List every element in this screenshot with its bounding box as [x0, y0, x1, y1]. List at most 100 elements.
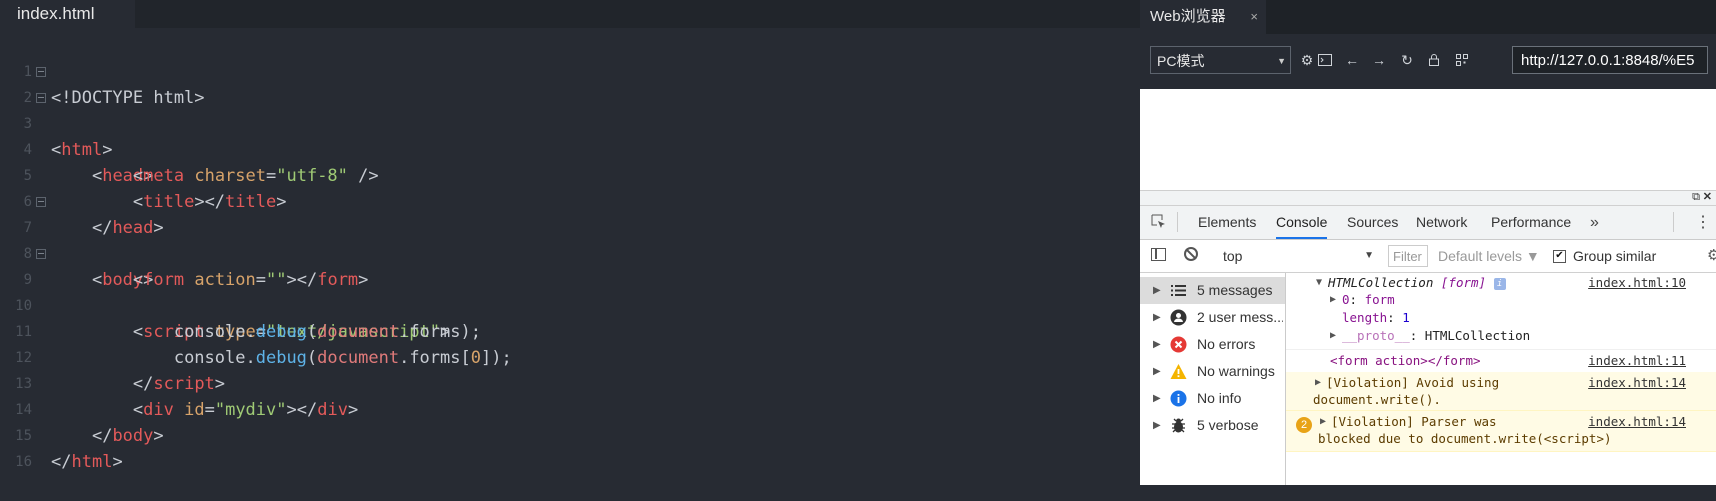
code-editor[interactable]: index.html 1 <!DOCTYPE html> 2 <html> 3 … — [0, 0, 1140, 484]
clear-console-icon[interactable] — [1184, 247, 1198, 261]
fold-toggle-icon[interactable] — [36, 93, 46, 103]
source-link[interactable]: index.html:11 — [1588, 353, 1686, 368]
code-line: 10 console.debug(document.forms); — [0, 267, 1140, 342]
log-message: document.write(). — [1313, 392, 1441, 407]
expand-arrow-icon[interactable]: ▶ — [1330, 294, 1336, 305]
property-key: __proto__ — [1342, 328, 1410, 343]
tab-performance[interactable]: Performance — [1491, 206, 1571, 239]
web-browser-panel: Web浏览器 × PC模式 ▼ ⚙ ← → ↻ http://127.0.0.1… — [1140, 0, 1716, 485]
log-entry[interactable]: ▼ HTMLCollection [form] i index.html:10 … — [1286, 273, 1716, 350]
code-token: html — [71, 452, 113, 472]
code-line: 3 <head> — [0, 85, 1140, 186]
devtools-tab-bar: Elements Console Sources Network Perform… — [1140, 206, 1716, 240]
code-area[interactable]: 1 <!DOCTYPE html> 2 <html> 3 <head> 4 <m… — [0, 33, 1140, 472]
expand-arrow-icon[interactable]: ▼ — [1316, 277, 1322, 288]
sidebar-item-verbose[interactable]: ▶ 5 verbose — [1140, 412, 1285, 439]
filter-input[interactable]: Filter — [1388, 245, 1428, 267]
list-icon — [1170, 282, 1187, 299]
editor-file-tab[interactable]: index.html — [0, 0, 135, 28]
group-similar-checkbox[interactable]: ✔ — [1553, 250, 1566, 263]
close-icon[interactable]: ✕ — [1703, 190, 1712, 203]
tab-sources[interactable]: Sources — [1347, 206, 1398, 239]
tab-network[interactable]: Network — [1416, 206, 1467, 239]
property-key: length — [1342, 310, 1388, 325]
console-filter-bar: top ▼ Filter Default levels ▼ ✔ Group si… — [1140, 240, 1716, 273]
expand-arrow-icon: ▶ — [1153, 420, 1161, 431]
fold-toggle-icon[interactable] — [36, 249, 46, 259]
code-line: 13 <div id="mydiv"></div> — [0, 345, 1140, 420]
expand-arrow-icon[interactable]: ▶ — [1320, 416, 1326, 427]
code-line: 16 — [0, 423, 1140, 470]
lock-icon[interactable] — [1423, 46, 1445, 74]
log-entry-warning[interactable]: ▶ [Violation] Avoid using document.write… — [1286, 372, 1716, 411]
sidebar-item-user-messages[interactable]: ▶ 2 user mess... — [1140, 304, 1285, 331]
log-object-name: HTMLCollection — [1328, 275, 1434, 290]
code-line: 6 </head> — [0, 163, 1140, 238]
code-line: 4 <meta charset="utf-8" /> — [0, 111, 1140, 186]
close-icon[interactable]: × — [1250, 0, 1258, 34]
sidebar-item-errors[interactable]: ▶ No errors — [1140, 331, 1285, 358]
mode-select[interactable]: PC模式 ▼ — [1150, 46, 1291, 74]
sidebar-item-label: No warnings — [1197, 363, 1275, 379]
divider — [1177, 212, 1178, 232]
expand-arrow-icon: ▶ — [1153, 285, 1161, 296]
log-object-preview: [form] — [1440, 275, 1487, 290]
sidebar-item-label: 5 verbose — [1197, 417, 1259, 433]
code-line: 7 <body> — [0, 189, 1140, 290]
log-message: blocked due to document.write(<script>) — [1318, 431, 1612, 446]
expand-arrow-icon: ▶ — [1153, 312, 1161, 323]
url-input[interactable]: http://127.0.0.1:8848/%E5 — [1512, 46, 1708, 74]
context-select-value: top — [1223, 248, 1243, 264]
code-line: 11 console.debug(document.forms[0]); — [0, 293, 1140, 368]
page-viewport[interactable] — [1140, 89, 1716, 190]
property-value: 1 — [1402, 310, 1410, 325]
tab-elements[interactable]: Elements — [1198, 206, 1256, 239]
source-link[interactable]: index.html:14 — [1588, 375, 1686, 390]
sidebar-item-messages[interactable]: ▶ 5 messages — [1140, 277, 1285, 304]
property-value: HTMLCollection — [1424, 328, 1531, 343]
context-select[interactable]: top ▼ — [1223, 245, 1374, 267]
expand-arrow-icon[interactable]: ▶ — [1315, 377, 1321, 388]
info-icon — [1170, 390, 1187, 407]
more-tabs-icon[interactable]: » — [1590, 206, 1599, 239]
browser-tab[interactable]: Web浏览器 × — [1140, 0, 1266, 34]
undock-icon[interactable]: ⧉ — [1692, 191, 1700, 204]
tab-console[interactable]: Console — [1276, 206, 1328, 239]
group-similar-label: Group similar — [1573, 248, 1657, 264]
bug-icon — [1170, 417, 1187, 434]
info-icon: i — [1493, 277, 1506, 290]
inspect-element-icon[interactable] — [1151, 214, 1167, 230]
source-link[interactable]: index.html:10 — [1588, 275, 1686, 290]
console-log[interactable]: ▼ HTMLCollection [form] i index.html:10 … — [1286, 273, 1716, 485]
refresh-icon[interactable]: ↻ — [1396, 46, 1418, 74]
console-icon[interactable] — [1314, 46, 1336, 74]
forward-icon[interactable]: → — [1368, 46, 1390, 74]
code-line: 1 <!DOCTYPE html> — [0, 33, 1140, 108]
log-entry[interactable]: <form action></form> index.html:11 — [1286, 349, 1716, 373]
divider — [1673, 212, 1674, 232]
log-entry-warning[interactable]: 2 ▶ [Violation] Parser was blocked due t… — [1286, 411, 1716, 452]
sidebar-item-warnings[interactable]: ▶ No warnings — [1140, 358, 1285, 385]
source-link[interactable]: index.html:14 — [1588, 414, 1686, 429]
sidebar-item-info[interactable]: ▶ No info — [1140, 385, 1285, 412]
error-icon — [1170, 336, 1187, 353]
line-number: 16 — [15, 454, 32, 470]
property-value: form — [1364, 292, 1395, 307]
log-levels-select[interactable]: Default levels ▼ — [1438, 245, 1540, 267]
expand-arrow-icon[interactable]: ▶ — [1330, 330, 1336, 341]
fold-toggle-icon[interactable] — [36, 197, 46, 207]
kebab-menu-icon[interactable]: ⋮ — [1695, 206, 1711, 239]
expand-arrow-icon: ▶ — [1153, 366, 1161, 377]
fold-toggle-icon[interactable] — [36, 67, 46, 77]
code-line: 15 </html> — [0, 397, 1140, 472]
mode-select-value: PC模式 — [1157, 53, 1205, 69]
code-line: 9 <script type="text/javascript"> — [0, 241, 1140, 342]
back-icon[interactable]: ← — [1341, 46, 1363, 74]
devtools-header-strip: ⧉ ✕ — [1140, 191, 1716, 206]
code-line: 12 </script> — [0, 319, 1140, 394]
sidebar-toggle-icon[interactable] — [1151, 248, 1166, 261]
gear-icon[interactable]: ⚙ — [1707, 245, 1716, 267]
qrcode-icon[interactable] — [1451, 46, 1473, 74]
console-sidebar: ▶ 5 messages ▶ 2 user mess... ▶ No error… — [1140, 273, 1286, 485]
browser-tab-bar: Web浏览器 × — [1140, 0, 1716, 34]
